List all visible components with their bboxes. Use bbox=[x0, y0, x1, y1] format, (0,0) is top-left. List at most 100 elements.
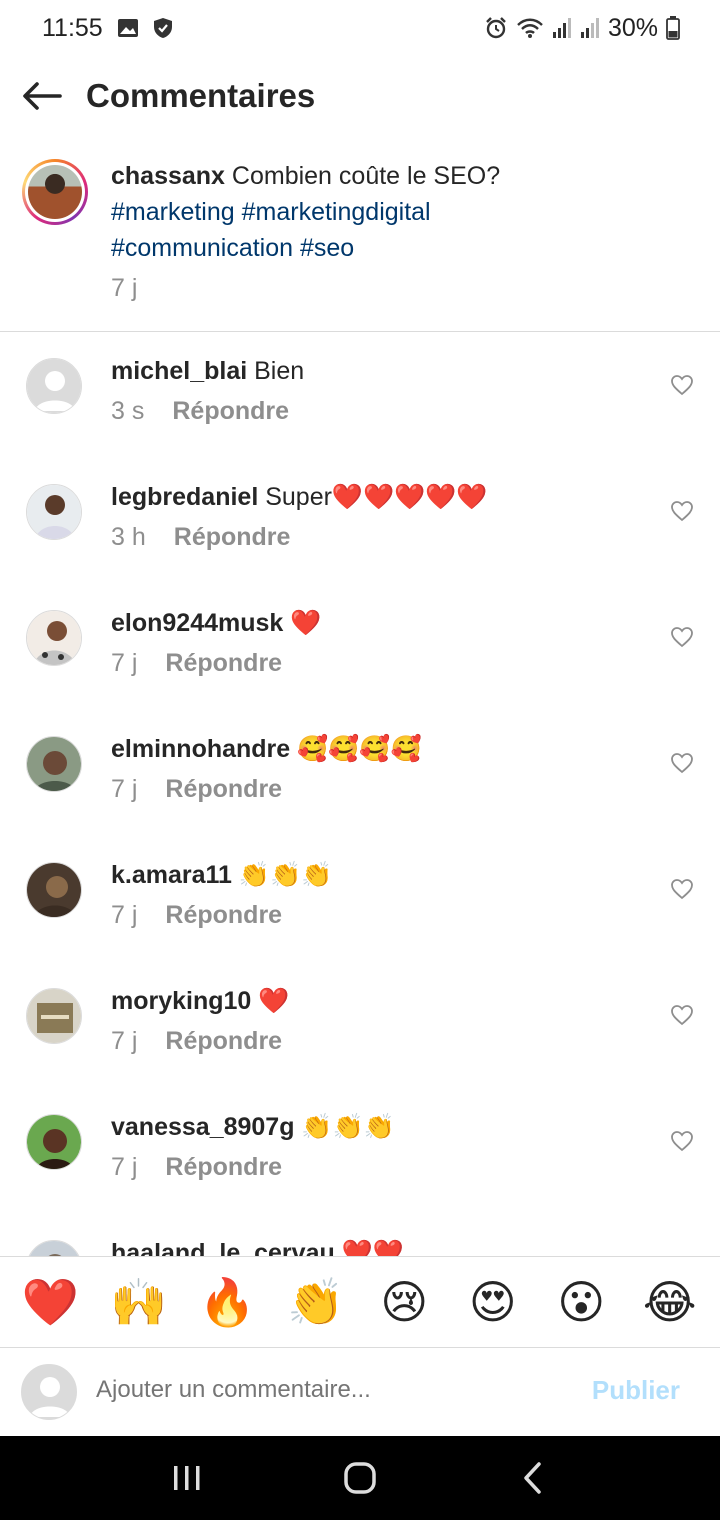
post-caption: chassanx Combien coûte le SEO? #marketin… bbox=[0, 140, 720, 332]
comment-time: 3 h bbox=[111, 523, 146, 551]
heart-icon[interactable] bbox=[670, 877, 694, 901]
back-nav-button[interactable] bbox=[503, 1448, 563, 1508]
heart-icon[interactable] bbox=[670, 1003, 694, 1027]
avatar[interactable] bbox=[26, 862, 82, 918]
comment-time: 7 j bbox=[111, 649, 138, 677]
comment-time: 7 j bbox=[111, 1027, 138, 1055]
back-button[interactable] bbox=[0, 56, 84, 136]
user-avatar bbox=[21, 1364, 77, 1420]
shield-icon bbox=[153, 17, 173, 39]
comment-time: 7 j bbox=[111, 1153, 138, 1181]
comment-input[interactable] bbox=[96, 1376, 566, 1404]
comment-text: elon9244musk ❤️ bbox=[111, 605, 321, 641]
comment-item: k.amara11 👏👏👏 7 j Répondre bbox=[0, 837, 720, 963]
publish-button[interactable]: Publier bbox=[592, 1375, 680, 1406]
comment-composer: Publier bbox=[0, 1349, 720, 1436]
reaction-surprised[interactable]: 😮 bbox=[546, 1267, 616, 1337]
avatar[interactable] bbox=[26, 736, 82, 792]
comment-text: k.amara11 👏👏👏 bbox=[111, 857, 332, 893]
caption-username[interactable]: chassanx bbox=[111, 162, 225, 190]
avatar[interactable] bbox=[26, 358, 82, 414]
story-avatar[interactable] bbox=[22, 159, 88, 225]
reaction-raised-hands[interactable]: 🙌 bbox=[104, 1267, 174, 1337]
heart-icon[interactable] bbox=[670, 373, 694, 397]
comment-body: ❤️❤️ bbox=[334, 1239, 404, 1256]
avatar[interactable] bbox=[26, 988, 82, 1044]
avatar-photo bbox=[28, 165, 82, 219]
comment-item: vanessa_8907g 👏👏👏 7 j Répondre bbox=[0, 1089, 720, 1215]
comment-username[interactable]: moryking10 bbox=[111, 987, 251, 1015]
gallery-icon bbox=[117, 18, 139, 38]
comment-item: elon9244musk ❤️ 7 j Répondre bbox=[0, 585, 720, 711]
avatar[interactable] bbox=[26, 484, 82, 540]
comment-username[interactable]: k.amara11 bbox=[111, 861, 232, 889]
reply-button[interactable]: Répondre bbox=[165, 1027, 282, 1056]
reply-button[interactable]: Répondre bbox=[165, 901, 282, 930]
reaction-laughing[interactable]: 😂 bbox=[635, 1267, 705, 1337]
comment-text: moryking10 ❤️ bbox=[111, 983, 289, 1019]
reaction-fire[interactable]: 🔥 bbox=[192, 1267, 262, 1337]
comment-time: 7 j bbox=[111, 775, 138, 803]
quick-reaction-bar: ❤️ 🙌 🔥 👏 😢 😍 😮 😂 bbox=[0, 1256, 720, 1348]
comment-username[interactable]: haaland_le_cervau bbox=[111, 1239, 335, 1256]
hashtags-line-1[interactable]: #marketing #marketingdigital bbox=[111, 198, 431, 226]
home-button[interactable] bbox=[330, 1448, 390, 1508]
alarm-icon bbox=[484, 16, 508, 40]
recent-apps-icon bbox=[173, 1466, 200, 1490]
caption-text: chassanx Combien coûte le SEO? #marketin… bbox=[111, 158, 701, 266]
comment-item: haaland_le_cervau ❤️❤️ bbox=[0, 1215, 720, 1256]
arrow-left-icon bbox=[23, 82, 62, 110]
hashtags-line-2[interactable]: #communication #seo bbox=[111, 234, 354, 262]
page-title: Commentaires bbox=[86, 77, 316, 114]
comment-body: Bien bbox=[247, 357, 305, 385]
reply-button[interactable]: Répondre bbox=[165, 775, 282, 804]
reply-button[interactable]: Répondre bbox=[165, 1153, 282, 1182]
heart-icon[interactable] bbox=[670, 751, 694, 775]
signal-icon-1 bbox=[552, 17, 572, 39]
heart-icon[interactable] bbox=[670, 625, 694, 649]
signal-icon-2 bbox=[580, 17, 600, 39]
reply-button[interactable]: Répondre bbox=[165, 649, 282, 678]
avatar[interactable] bbox=[26, 1114, 82, 1170]
comment-username[interactable]: elon9244musk bbox=[111, 609, 283, 637]
header: Commentaires bbox=[0, 56, 720, 136]
reaction-heart[interactable]: ❤️ bbox=[15, 1267, 85, 1337]
comment-body: ❤️ bbox=[251, 987, 290, 1015]
heart-icon[interactable] bbox=[670, 1129, 694, 1153]
comment-item: elminnohandre 🥰🥰🥰🥰 7 j Répondre bbox=[0, 711, 720, 837]
home-icon bbox=[344, 1462, 376, 1494]
comment-text: michel_blai Bien bbox=[111, 353, 304, 389]
status-bar: 11:55 30% bbox=[0, 0, 720, 56]
battery-icon bbox=[666, 16, 680, 40]
comment-text: vanessa_8907g 👏👏👏 bbox=[111, 1109, 395, 1145]
comment-username[interactable]: michel_blai bbox=[111, 357, 247, 385]
reaction-heart-eyes[interactable]: 😍 bbox=[458, 1267, 528, 1337]
comment-item: michel_blai Bien 3 s Répondre bbox=[0, 333, 720, 459]
reply-button[interactable]: Répondre bbox=[174, 523, 291, 552]
system-nav-bar bbox=[0, 1436, 720, 1520]
recent-apps-button[interactable] bbox=[157, 1448, 217, 1508]
comment-body: 👏👏👏 bbox=[231, 861, 333, 889]
avatar[interactable] bbox=[26, 1240, 82, 1256]
status-time: 11:55 bbox=[42, 13, 103, 42]
comment-list[interactable]: michel_blai Bien 3 s Répondre legbredanie… bbox=[0, 333, 720, 1256]
reply-button[interactable]: Répondre bbox=[172, 397, 289, 426]
avatar[interactable] bbox=[26, 610, 82, 666]
reaction-clap[interactable]: 👏 bbox=[281, 1267, 351, 1337]
comment-username[interactable]: legbredaniel bbox=[111, 483, 258, 511]
comment-body: 🥰🥰🥰🥰 bbox=[290, 735, 422, 763]
comment-item: legbredaniel Super❤️❤️❤️❤️❤️ 3 h Répondre bbox=[0, 459, 720, 585]
comment-time: 3 s bbox=[111, 397, 145, 425]
caption-timestamp: 7 j bbox=[111, 274, 138, 302]
comment-body: 👏👏👏 bbox=[294, 1113, 395, 1141]
caption-body: Combien coûte le SEO? bbox=[224, 162, 501, 190]
battery-percent: 30% bbox=[607, 13, 658, 42]
comment-text: haaland_le_cervau ❤️❤️ bbox=[111, 1235, 404, 1256]
comment-username[interactable]: vanessa_8907g bbox=[111, 1113, 294, 1141]
comment-body: Super❤️❤️❤️❤️❤️ bbox=[258, 483, 488, 511]
heart-icon[interactable] bbox=[670, 499, 694, 523]
comment-username[interactable]: elminnohandre bbox=[111, 735, 290, 763]
reaction-sad[interactable]: 😢 bbox=[369, 1267, 439, 1337]
wifi-icon bbox=[516, 17, 544, 39]
comment-body: ❤️ bbox=[283, 609, 322, 637]
